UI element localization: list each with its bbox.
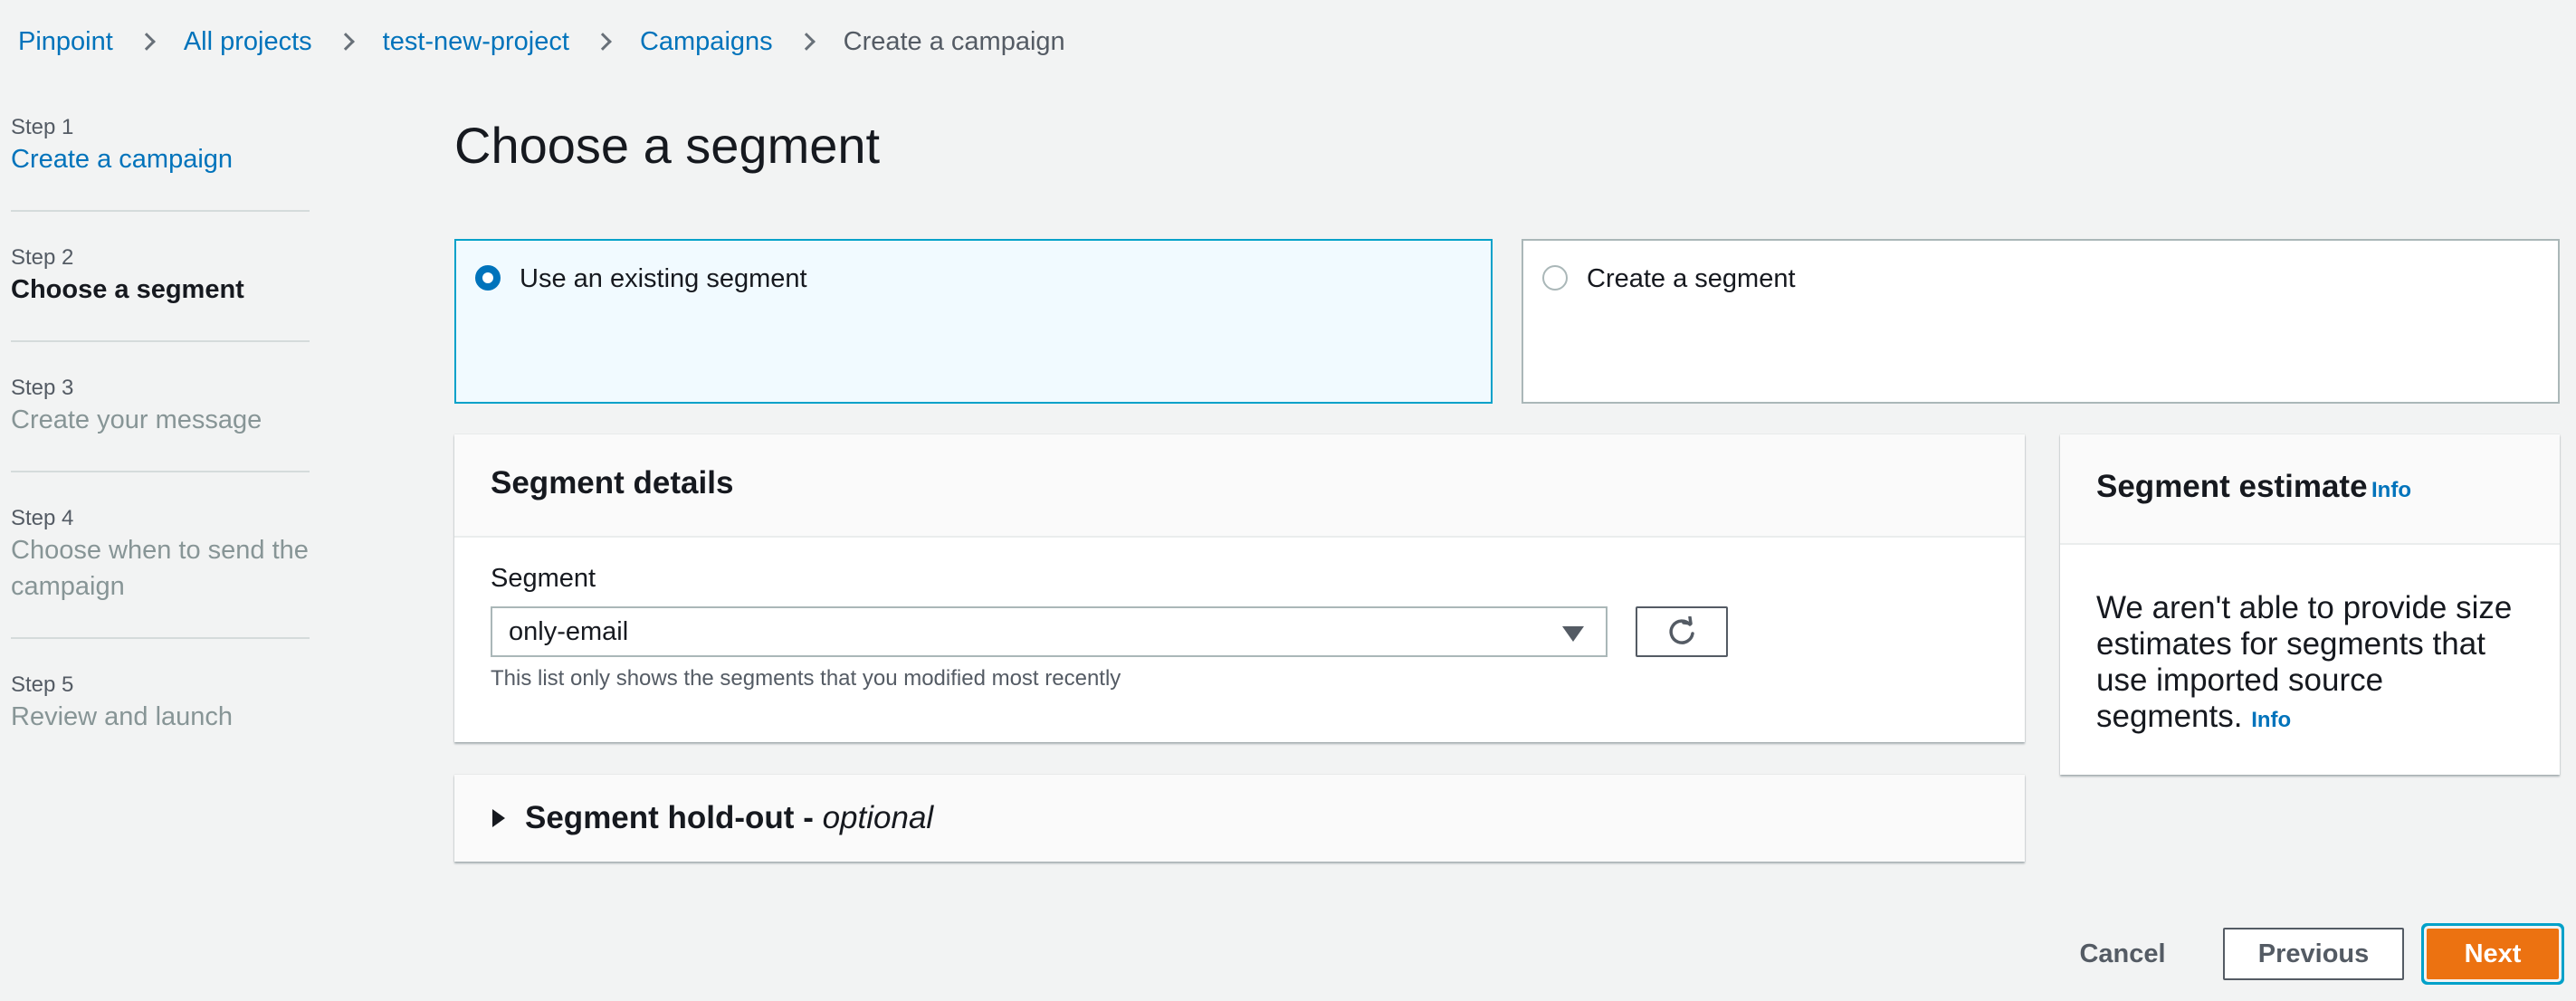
holdout-title: Segment hold-out - optional	[525, 800, 933, 836]
segment-holdout-toggle[interactable]: Segment hold-out - optional	[492, 800, 933, 836]
caret-right-icon	[492, 809, 505, 827]
step-number: Step 5	[11, 672, 74, 697]
chevron-right-icon	[137, 33, 156, 51]
breadcrumb-current: Create a campaign	[843, 26, 1065, 56]
step-label: Review and launch	[11, 702, 234, 731]
step-2: Step 2 Choose a segment	[11, 244, 310, 342]
step-label: Choose when to send the campaign	[11, 536, 309, 601]
estimate-body: We aren't able to provide size estimates…	[2096, 590, 2531, 739]
step-5: Step 5 Review and launch	[11, 672, 310, 744]
page-title: Choose a segment	[454, 117, 881, 174]
breadcrumb-project[interactable]: test-new-project	[383, 27, 569, 57]
tile-label: Use an existing segment	[520, 264, 807, 293]
chevron-right-icon	[336, 33, 355, 51]
breadcrumb-campaigns[interactable]: Campaigns	[640, 27, 773, 57]
refresh-icon	[1669, 616, 1694, 644]
wizard-steps: Step 1 Create a campaign Step 2 Choose a…	[11, 114, 310, 744]
estimate-title: Segment estimate	[2096, 469, 2368, 504]
step-1: Step 1 Create a campaign	[11, 114, 310, 212]
chevron-right-icon	[594, 33, 612, 51]
estimate-message: We aren't able to provide size estimates…	[2096, 590, 2513, 734]
step-number: Step 2	[11, 245, 74, 270]
step-3: Step 3 Create your message	[11, 375, 310, 472]
segment-select[interactable]: only-email	[491, 606, 1608, 657]
panel-header: Segment estimate Info	[2060, 434, 2560, 545]
step-link-create-campaign[interactable]: Create a campaign	[11, 141, 310, 177]
holdout-title-text: Segment hold-out -	[525, 800, 823, 835]
step-number: Step 1	[11, 115, 74, 139]
segment-estimate-panel: Segment estimate Info We aren't able to …	[2060, 434, 2560, 775]
segment-hint: This list only shows the segments that y…	[491, 666, 1121, 691]
info-link[interactable]: Info	[2251, 708, 2291, 732]
breadcrumb-pinpoint[interactable]: Pinpoint	[18, 27, 113, 57]
breadcrumb: Pinpoint All projects test-new-project C…	[18, 24, 1065, 60]
step-label-active: Choose a segment	[11, 275, 244, 304]
radio-use-existing-segment[interactable]	[475, 265, 501, 291]
holdout-optional: optional	[822, 800, 934, 835]
estimate-heading: Segment estimate Info	[2096, 469, 2411, 505]
tile-label: Create a segment	[1587, 264, 1796, 293]
refresh-button[interactable]	[1636, 606, 1728, 657]
segment-field-label: Segment	[491, 564, 596, 593]
step-4: Step 4 Choose when to send the campaign	[11, 505, 310, 639]
previous-button[interactable]: Previous	[2223, 928, 2404, 980]
radio-create-segment[interactable]	[1542, 265, 1568, 291]
breadcrumb-all-projects[interactable]: All projects	[184, 27, 312, 57]
segment-details-panel: Segment details Segment only-email This …	[454, 434, 2025, 742]
panel-title: Segment details	[491, 465, 734, 500]
step-label: Create your message	[11, 405, 262, 434]
step-number: Step 3	[11, 376, 74, 400]
panel-header: Segment details	[454, 434, 2025, 538]
chevron-right-icon	[797, 33, 816, 51]
tile-create-segment[interactable]: Create a segment	[1522, 239, 2560, 404]
caret-down-icon	[1562, 626, 1584, 642]
tile-use-existing-segment[interactable]: Use an existing segment	[454, 239, 1493, 404]
step-number: Step 4	[11, 506, 74, 530]
info-link[interactable]: Info	[2371, 478, 2411, 502]
segment-select-value: only-email	[509, 617, 629, 646]
next-button[interactable]: Next	[2427, 929, 2559, 979]
cancel-button[interactable]: Cancel	[2066, 928, 2180, 980]
segment-holdout-panel: Segment hold-out - optional	[454, 775, 2025, 862]
